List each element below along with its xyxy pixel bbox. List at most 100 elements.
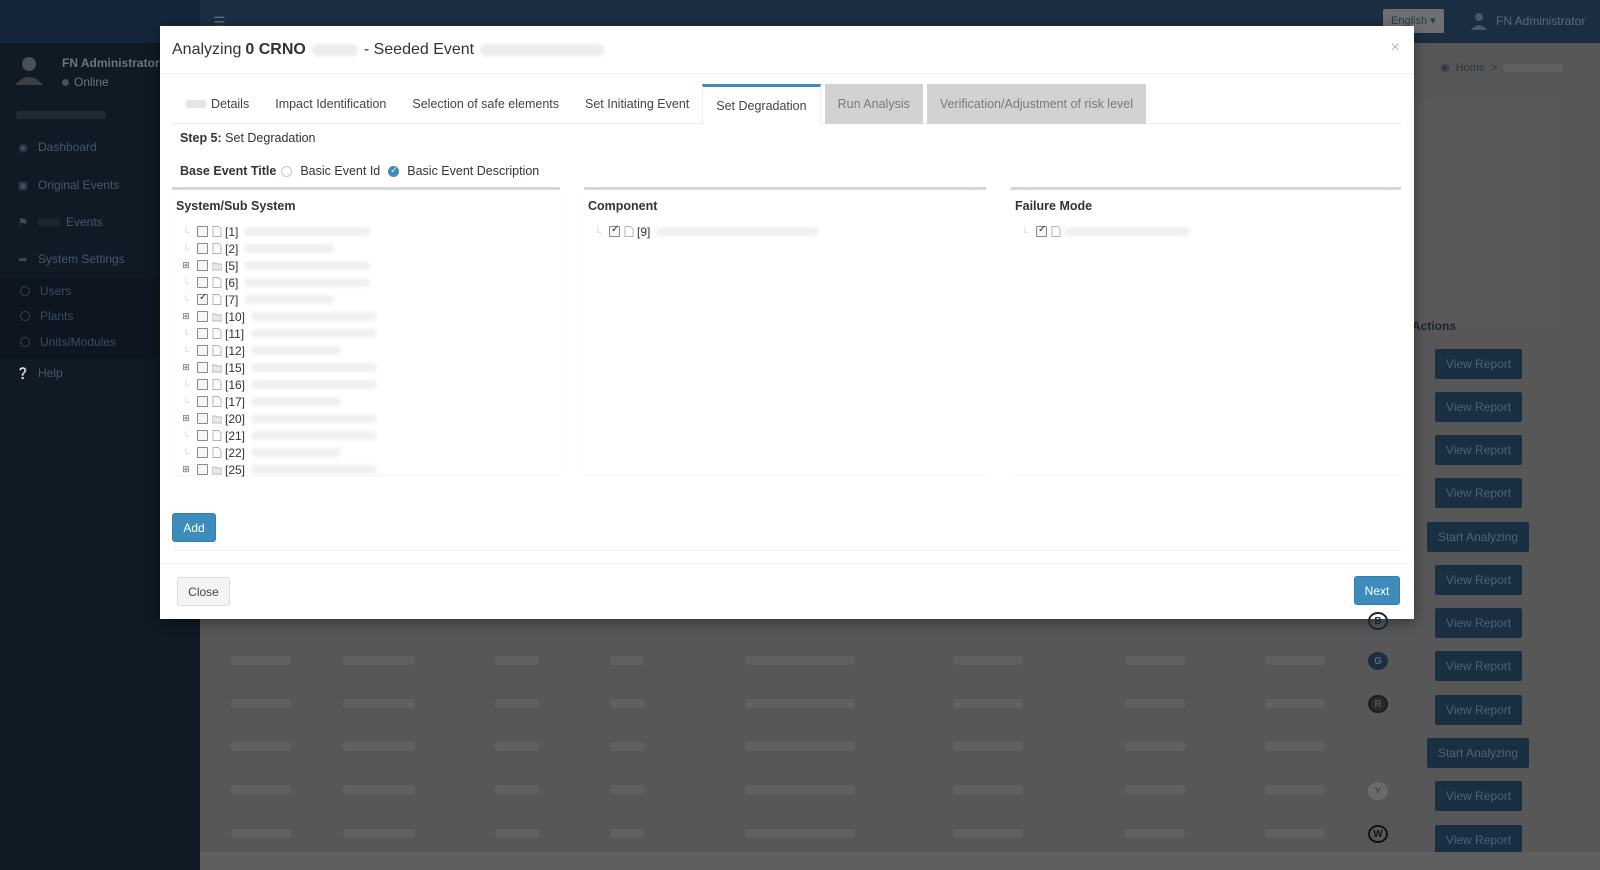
node-checkbox[interactable] [197, 311, 208, 322]
view-report-button[interactable]: View Report [1435, 825, 1522, 855]
node-checkbox[interactable] [197, 277, 208, 288]
modal-footer-divider [160, 563, 1414, 564]
basic-event-description-checkbox[interactable] [388, 165, 400, 177]
tree-node[interactable]: ⊞ [25] System_Title_2 System_Title_2 [180, 461, 556, 478]
node-checkbox[interactable] [197, 379, 208, 390]
tree-node[interactable]: └ [16] System_Title_1 System_Title_1 [180, 376, 556, 393]
expand-icon[interactable]: ⊞ [180, 311, 192, 323]
risk-level-badge: G [1368, 652, 1388, 670]
node-id: [21] [225, 428, 246, 443]
view-report-button[interactable]: View Report [1435, 435, 1522, 465]
table-row [225, 785, 1325, 797]
add-button[interactable]: Add [172, 513, 216, 542]
expand-icon[interactable]: ⊞ [180, 464, 192, 476]
tree-node[interactable]: └ [1] System_Title_1 System_Title_1 [180, 223, 556, 240]
tree-node[interactable]: └ [7] RCVC System_Title_2 [180, 291, 556, 308]
node-checkbox[interactable] [197, 328, 208, 339]
tree-node[interactable]: └ [11] System_Title_1 System_Title_1 [180, 325, 556, 342]
circle-icon [20, 286, 30, 296]
sidebar-section-header [16, 111, 106, 119]
node-checkbox[interactable] [197, 396, 208, 407]
tree-connector: └ [182, 345, 190, 356]
redacted-cell [1265, 699, 1325, 708]
user-menu[interactable]: FN Administrator [1496, 14, 1585, 28]
folder-icon [212, 364, 222, 373]
tree-node[interactable]: ⊞ [15] System_Title_2 System_Title_2 [180, 359, 556, 376]
view-report-button[interactable]: View Report [1435, 349, 1522, 379]
tab-set-initiating-event[interactable]: Set Initiating Event [572, 84, 702, 124]
file-icon [212, 447, 222, 458]
tree-node[interactable]: └ [21] System_Title_1 System_Title_1 [180, 427, 556, 444]
node-checkbox[interactable] [197, 430, 208, 441]
tree-node[interactable]: └ [9] RCVC-999-111-TPC Component_Title_1 [592, 223, 982, 240]
file-icon [624, 226, 634, 237]
tree-node[interactable]: ⊞ [20] System_Title_2 System_Title_2 [180, 410, 556, 427]
node-checkbox[interactable] [1036, 224, 1047, 237]
view-report-button[interactable]: View Report [1435, 608, 1522, 638]
start-analyzing-button[interactable]: Start Analyzing [1427, 522, 1529, 552]
view-report-button[interactable]: View Report [1435, 695, 1522, 725]
tree-node[interactable]: └ [17] RCVC System_Title_2 [180, 393, 556, 410]
node-checkbox[interactable] [197, 243, 208, 254]
expand-icon[interactable]: ⊞ [180, 260, 192, 272]
component-tree: └ [9] RCVC-999-111-TPC Component_Title_1 [592, 223, 982, 240]
circle-icon [20, 311, 30, 321]
tab-details[interactable]: Details [172, 84, 262, 124]
node-checkbox[interactable] [609, 224, 620, 237]
next-button[interactable]: Next [1354, 576, 1400, 605]
tree-node[interactable]: └ [6] System_Title_1 System_Title_1 [180, 274, 556, 291]
basic-event-id-checkbox[interactable] [281, 165, 293, 177]
file-icon [212, 328, 222, 339]
file-icon [212, 430, 222, 441]
node-checkbox[interactable] [197, 447, 208, 458]
node-description: System_Title_1 System_Title_1 [244, 227, 371, 236]
expand-icon[interactable]: ⊞ [180, 362, 192, 374]
node-checkbox[interactable] [197, 292, 208, 305]
breadcrumb-current [1503, 63, 1564, 72]
node-description: System_Title_2 System_Title_2 [251, 363, 377, 372]
redacted-text [185, 100, 207, 108]
node-id: [16] [225, 377, 246, 392]
node-id: [10] [225, 309, 246, 324]
node-checkbox[interactable] [197, 413, 208, 424]
close-button[interactable]: Close [177, 577, 230, 606]
close-icon[interactable]: × [1391, 39, 1400, 57]
tree-node[interactable]: ⊞ [10] System_Title_2 System_Title_2 [180, 308, 556, 325]
node-checkbox[interactable] [197, 362, 208, 373]
redacted-cell [1125, 742, 1185, 751]
node-checkbox[interactable] [197, 464, 208, 475]
tree-node[interactable]: └ [12] RCVC System_Title_2 [180, 342, 556, 359]
tab-run-analysis[interactable]: Run Analysis [824, 84, 923, 124]
expand-icon[interactable]: ⊞ [180, 413, 192, 425]
redacted-cell [610, 699, 644, 708]
redacted-cell [745, 785, 855, 794]
node-id: [5] [225, 258, 239, 273]
redacted-cell [745, 742, 855, 751]
redacted-cell [1125, 699, 1185, 708]
tree-node[interactable]: └ [2] RCVC System_Title_2 [180, 240, 556, 257]
view-report-button[interactable]: View Report [1435, 478, 1522, 508]
node-checkbox[interactable] [197, 226, 208, 237]
tab-selection-of-safe-elements[interactable]: Selection of safe elements [399, 84, 572, 124]
tree-node[interactable]: ⊞ [5] System_Title_2 System_Title_2 [180, 257, 556, 274]
start-analyzing-button[interactable]: Start Analyzing [1427, 738, 1529, 768]
tree-connector: └ [1021, 226, 1029, 237]
breadcrumb-home[interactable]: Home [1456, 62, 1485, 74]
step-number: Step 5: [180, 131, 222, 145]
tab-set-degradation[interactable]: Set Degradation [702, 84, 821, 124]
tab-verification-adjustment[interactable]: Verification/Adjustment of risk level [926, 84, 1146, 124]
tree-node[interactable]: └ Basic_Element_Title_1-1-10-10 [1019, 223, 1397, 240]
node-id: [20] [225, 411, 246, 426]
node-id: [7] [225, 292, 239, 307]
node-checkbox[interactable] [197, 260, 208, 271]
tree-node[interactable]: └ [22] RCVC System_Title_2 [180, 444, 556, 461]
view-report-button[interactable]: View Report [1435, 781, 1522, 811]
node-checkbox[interactable] [197, 345, 208, 356]
view-report-button[interactable]: View Report [1435, 392, 1522, 422]
view-report-button[interactable]: View Report [1435, 651, 1522, 681]
tree-connector: └ [182, 430, 190, 441]
node-id: [22] [225, 445, 246, 460]
tab-impact-identification[interactable]: Impact Identification [262, 84, 399, 124]
view-report-button[interactable]: View Report [1435, 565, 1522, 595]
redacted-cell [231, 699, 291, 708]
